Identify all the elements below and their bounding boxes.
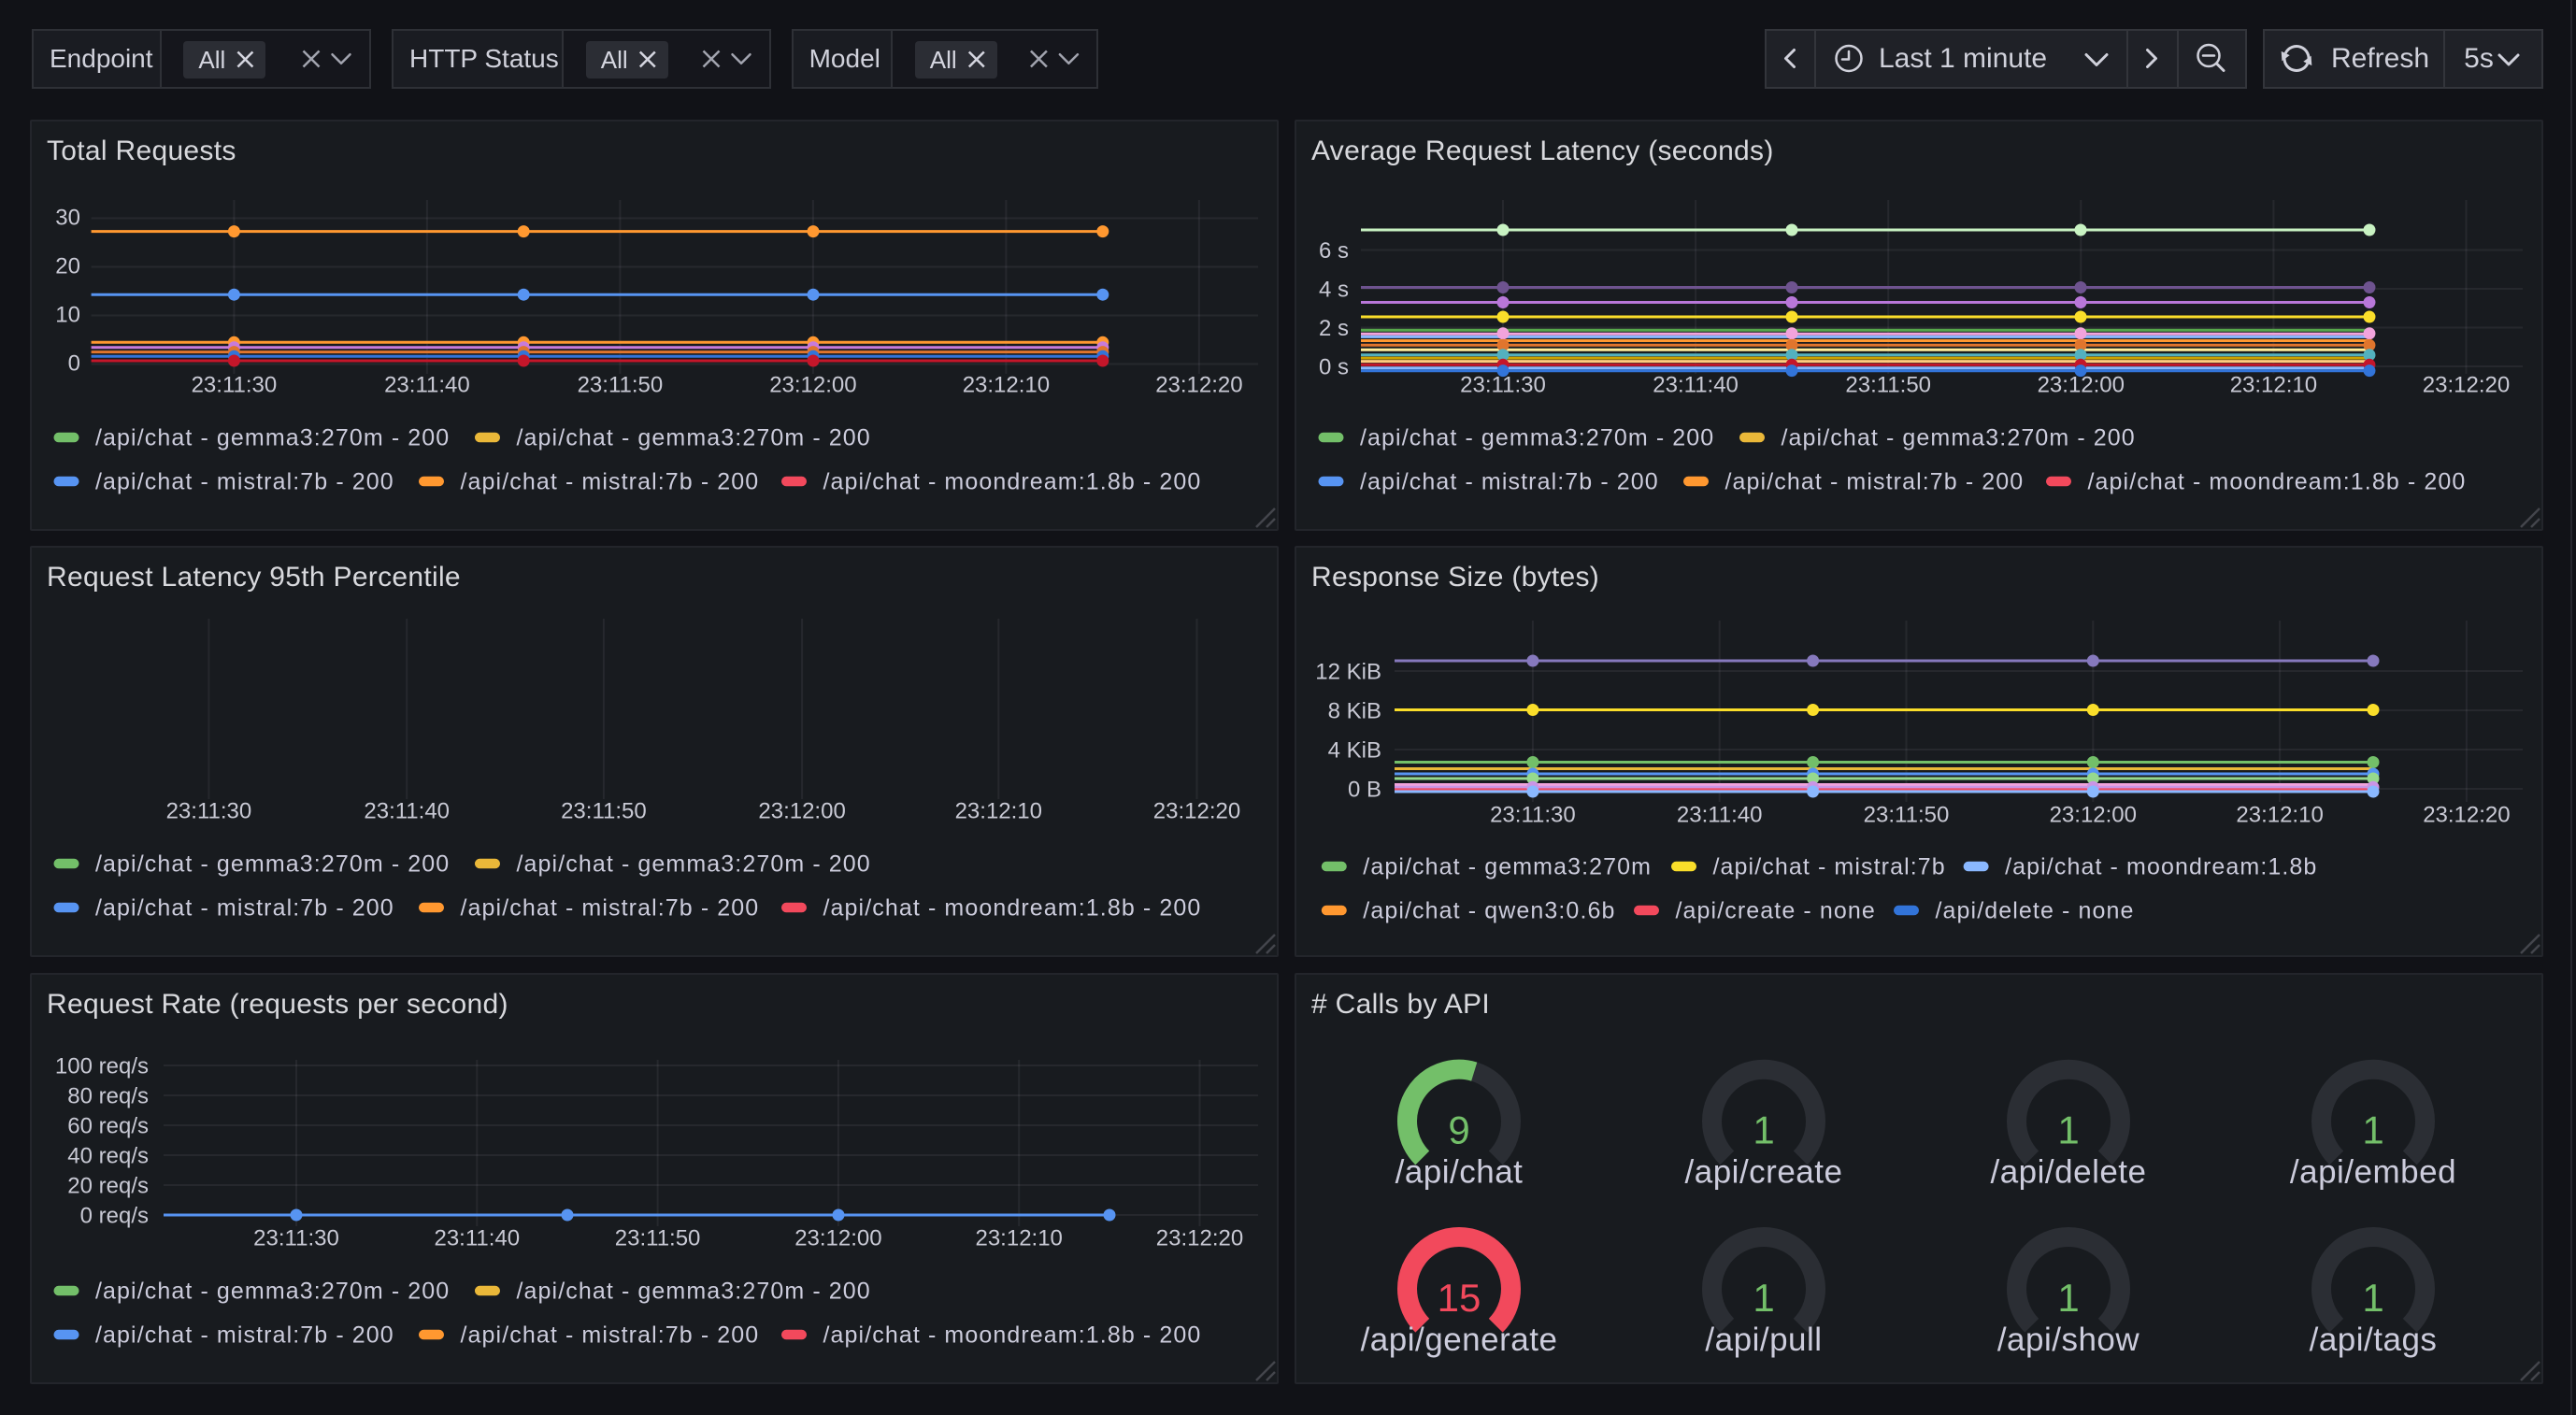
svg-text:23:12:00: 23:12:00 — [2050, 803, 2137, 828]
svg-text:23:11:50: 23:11:50 — [1864, 803, 1950, 828]
svg-text:/api/chat - gemma3:270m - 200: /api/chat - gemma3:270m - 200 — [517, 425, 871, 451]
svg-text:23:11:40: 23:11:40 — [364, 799, 450, 824]
svg-text:4 KiB: 4 KiB — [1328, 738, 1381, 764]
svg-text:23:12:10: 23:12:10 — [2236, 803, 2323, 828]
svg-text:4 s: 4 s — [1319, 278, 1349, 303]
svg-text:23:12:20: 23:12:20 — [1153, 799, 1240, 824]
svg-text:60 req/s: 60 req/s — [67, 1114, 149, 1139]
svg-text:/api/delete: /api/delete — [1990, 1154, 2146, 1191]
svg-text:/api/chat - gemma3:270m - 200: /api/chat - gemma3:270m - 200 — [95, 1279, 450, 1305]
svg-text:/api/chat - mistral:7b - 200: /api/chat - mistral:7b - 200 — [1360, 469, 1659, 495]
svg-text:23:11:50: 23:11:50 — [1845, 373, 1931, 398]
svg-text:/api/generate: /api/generate — [1361, 1322, 1558, 1358]
svg-text:23:11:40: 23:11:40 — [1677, 803, 1763, 828]
svg-text:/api/embed: /api/embed — [2290, 1154, 2456, 1191]
svg-text:20 req/s: 20 req/s — [67, 1174, 149, 1199]
svg-text:23:12:20: 23:12:20 — [1155, 373, 1242, 398]
svg-text:23:12:00: 23:12:00 — [758, 799, 845, 824]
svg-text:6 s: 6 s — [1319, 238, 1349, 264]
svg-text:0 req/s: 0 req/s — [80, 1204, 149, 1229]
svg-text:23:11:50: 23:11:50 — [561, 799, 647, 824]
svg-text:/api/delete - none: /api/delete - none — [1936, 898, 2135, 924]
svg-text:23:12:00: 23:12:00 — [769, 373, 856, 398]
svg-text:/api/chat - gemma3:270m - 200: /api/chat - gemma3:270m - 200 — [517, 851, 871, 878]
svg-text:/api/chat - gemma3:270m - 200: /api/chat - gemma3:270m - 200 — [1360, 425, 1714, 451]
svg-text:23:11:30: 23:11:30 — [253, 1226, 339, 1251]
svg-text:23:12:10: 23:12:10 — [963, 373, 1050, 398]
svg-text:1: 1 — [1753, 1276, 1774, 1320]
svg-text:80 req/s: 80 req/s — [67, 1084, 149, 1109]
svg-text:1: 1 — [2362, 1108, 2383, 1152]
svg-text:/api/chat - qwen3:0.6b: /api/chat - qwen3:0.6b — [1363, 898, 1615, 924]
svg-text:/api/chat - moondream:1.8b - 2: /api/chat - moondream:1.8b - 200 — [823, 895, 1202, 922]
svg-text:23:12:00: 23:12:00 — [794, 1226, 881, 1251]
svg-text:/api/chat: /api/chat — [1395, 1154, 1524, 1191]
svg-text:/api/chat - mistral:7b: /api/chat - mistral:7b — [1713, 854, 1946, 880]
svg-text:23:11:40: 23:11:40 — [1653, 373, 1739, 398]
svg-text:2 s: 2 s — [1319, 316, 1349, 341]
svg-text:/api/create: /api/create — [1685, 1154, 1843, 1191]
svg-text:/api/chat - gemma3:270m - 200: /api/chat - gemma3:270m - 200 — [95, 851, 450, 878]
svg-text:0: 0 — [68, 351, 80, 377]
svg-text:10: 10 — [55, 303, 80, 328]
svg-text:100 req/s: 100 req/s — [55, 1054, 149, 1079]
svg-text:/api/chat - gemma3:270m - 200: /api/chat - gemma3:270m - 200 — [95, 425, 450, 451]
svg-text:23:12:10: 23:12:10 — [2230, 373, 2317, 398]
svg-text:/api/chat - gemma3:270m - 200: /api/chat - gemma3:270m - 200 — [517, 1279, 871, 1305]
svg-text:/api/show: /api/show — [1997, 1322, 2140, 1358]
svg-text:/api/chat - moondream:1.8b - 2: /api/chat - moondream:1.8b - 200 — [823, 1322, 1202, 1349]
svg-text:20: 20 — [55, 254, 80, 279]
svg-text:/api/pull: /api/pull — [1705, 1322, 1822, 1358]
svg-text:15: 15 — [1438, 1276, 1481, 1320]
svg-text:/api/chat - moondream:1.8b - 2: /api/chat - moondream:1.8b - 200 — [2088, 469, 2467, 495]
svg-text:/api/create - none: /api/create - none — [1676, 898, 1876, 924]
svg-text:/api/chat - mistral:7b - 200: /api/chat - mistral:7b - 200 — [95, 1322, 394, 1349]
svg-text:12 KiB: 12 KiB — [1315, 660, 1381, 685]
svg-text:23:11:30: 23:11:30 — [192, 373, 278, 398]
svg-text:0 s: 0 s — [1319, 355, 1349, 380]
svg-text:23:12:10: 23:12:10 — [955, 799, 1042, 824]
svg-text:/api/chat - moondream:1.8b: /api/chat - moondream:1.8b — [2005, 854, 2317, 880]
svg-text:23:12:20: 23:12:20 — [2423, 373, 2510, 398]
svg-text:/api/chat - mistral:7b - 200: /api/chat - mistral:7b - 200 — [95, 895, 394, 922]
svg-text:/api/chat - gemma3:270m - 200: /api/chat - gemma3:270m - 200 — [1782, 425, 2136, 451]
svg-text:1: 1 — [2362, 1276, 2383, 1320]
svg-text:23:12:20: 23:12:20 — [2423, 803, 2510, 828]
svg-text:9: 9 — [1448, 1108, 1469, 1152]
svg-text:23:11:50: 23:11:50 — [578, 373, 664, 398]
svg-text:1: 1 — [1753, 1108, 1774, 1152]
svg-text:/api/chat - gemma3:270m: /api/chat - gemma3:270m — [1363, 854, 1652, 880]
svg-text:1: 1 — [2057, 1276, 2079, 1320]
svg-text:23:12:10: 23:12:10 — [975, 1226, 1062, 1251]
svg-text:/api/chat - moondream:1.8b - 2: /api/chat - moondream:1.8b - 200 — [823, 469, 1202, 495]
svg-text:/api/chat - mistral:7b - 200: /api/chat - mistral:7b - 200 — [461, 895, 760, 922]
svg-text:/api/chat - mistral:7b - 200: /api/chat - mistral:7b - 200 — [461, 1322, 760, 1349]
svg-text:/api/chat - mistral:7b - 200: /api/chat - mistral:7b - 200 — [461, 469, 760, 495]
svg-text:23:11:30: 23:11:30 — [166, 799, 252, 824]
svg-text:8 KiB: 8 KiB — [1328, 699, 1381, 724]
svg-text:23:11:40: 23:11:40 — [384, 373, 470, 398]
svg-text:/api/chat - mistral:7b - 200: /api/chat - mistral:7b - 200 — [1725, 469, 2025, 495]
svg-text:/api/tags: /api/tags — [2310, 1322, 2438, 1358]
svg-text:0 B: 0 B — [1348, 778, 1381, 803]
svg-text:23:11:50: 23:11:50 — [615, 1226, 701, 1251]
svg-text:23:11:30: 23:11:30 — [1490, 803, 1576, 828]
svg-text:30: 30 — [55, 206, 80, 231]
svg-text:23:12:20: 23:12:20 — [1156, 1226, 1243, 1251]
svg-text:23:11:40: 23:11:40 — [434, 1226, 520, 1251]
svg-text:40 req/s: 40 req/s — [67, 1144, 149, 1169]
svg-text:/api/chat - mistral:7b - 200: /api/chat - mistral:7b - 200 — [95, 469, 394, 495]
svg-text:1: 1 — [2057, 1108, 2079, 1152]
